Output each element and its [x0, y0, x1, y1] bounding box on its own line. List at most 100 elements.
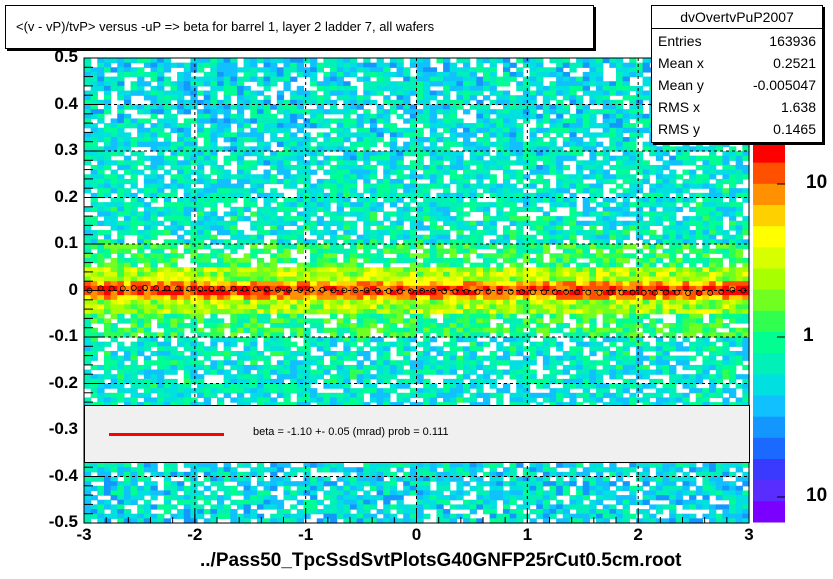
heatmap-cell [350, 169, 358, 175]
heatmap-cell [143, 262, 152, 268]
heatmap-cell [143, 397, 152, 403]
heatmap-cell [343, 90, 351, 96]
heatmap-cell [197, 211, 205, 217]
heatmap-cell [403, 346, 411, 352]
heatmap-cell [263, 206, 271, 213]
heatmap-cell [276, 58, 285, 64]
heatmap-cell [197, 169, 205, 175]
heatmap-cell [190, 388, 198, 394]
heatmap-cell [103, 202, 112, 208]
heatmap-cell [123, 397, 132, 403]
heatmap-cell [97, 160, 105, 166]
heatmap-cell [463, 318, 471, 324]
heatmap-cell [496, 58, 504, 64]
heatmap-cell [429, 257, 438, 264]
heatmap-cell [150, 271, 158, 278]
heatmap-cell [330, 197, 338, 203]
heatmap-cell [369, 337, 378, 343]
heatmap-cell [303, 341, 311, 347]
heatmap-cell [236, 327, 245, 333]
heatmap-cell [203, 58, 211, 64]
heatmap-cell [296, 141, 305, 147]
heatmap-cell [456, 313, 464, 319]
heatmap-cell [183, 281, 191, 287]
heatmap-cell [489, 485, 497, 492]
heatmap-cell [90, 383, 98, 389]
heatmap-cell [376, 230, 384, 236]
heatmap-cell [84, 309, 92, 315]
heatmap-cell [270, 253, 278, 259]
heatmap-cell [489, 369, 497, 375]
heatmap-cell [177, 81, 185, 87]
heatmap-cell [489, 220, 497, 226]
heatmap-cell [449, 341, 457, 347]
heatmap-cell [376, 267, 384, 273]
heatmap-cell [369, 132, 378, 138]
heatmap-cell [383, 509, 391, 515]
heatmap-cell [243, 481, 251, 487]
heatmap-cell [356, 62, 364, 68]
heatmap-cell [363, 304, 371, 310]
heatmap-cell [263, 360, 271, 366]
heatmap-cell [290, 132, 298, 138]
heatmap-cell [150, 350, 158, 357]
heatmap-cell [270, 271, 278, 278]
heatmap-cell [376, 113, 384, 120]
heatmap-cell [250, 350, 258, 357]
heatmap-cell [456, 58, 464, 64]
heatmap-cell [383, 364, 391, 371]
heatmap-cell [310, 169, 318, 175]
heatmap-cell [476, 137, 484, 143]
heatmap-cell [163, 504, 172, 510]
heatmap-cell [330, 230, 338, 236]
heatmap-cell [323, 267, 331, 273]
heatmap-cell [270, 481, 278, 487]
heatmap-cell [190, 62, 198, 68]
heatmap-cell [223, 309, 231, 315]
heatmap-cell [103, 299, 112, 306]
heatmap-cell [456, 85, 464, 92]
heatmap-cell [343, 169, 351, 175]
heatmap-cell [283, 495, 291, 501]
heatmap-cell [396, 495, 404, 501]
heatmap-cell [197, 62, 205, 68]
heatmap-cell [170, 346, 178, 352]
heatmap-cell [456, 360, 464, 366]
heatmap-cell [456, 383, 464, 389]
heatmap-cell [469, 499, 477, 505]
heatmap-cell [230, 67, 238, 73]
heatmap-cell [103, 123, 112, 129]
heatmap-cell [429, 337, 438, 343]
heatmap-cell [236, 183, 245, 189]
heatmap-cell [363, 95, 371, 101]
heatmap-cell [290, 118, 298, 124]
heatmap-cell [123, 299, 132, 306]
heatmap-cell [217, 276, 225, 282]
heatmap-cell [263, 118, 271, 124]
heatmap-cell [123, 178, 132, 185]
heatmap-cell [103, 160, 112, 166]
heatmap-cell [296, 281, 305, 287]
heatmap-cell [436, 155, 444, 161]
heatmap-cell [236, 76, 245, 82]
heatmap-cell [230, 257, 238, 264]
heatmap-cell [110, 299, 118, 306]
heatmap-cell [476, 123, 484, 129]
heatmap-cell [203, 90, 211, 96]
heatmap-cell [403, 299, 411, 306]
heatmap-cell [217, 467, 225, 473]
heatmap-cell [210, 85, 218, 92]
heatmap-cell [429, 327, 438, 333]
heatmap-cell [429, 169, 438, 175]
heatmap-cell [303, 267, 311, 273]
heatmap-cell [223, 290, 231, 296]
heatmap-cell [90, 364, 98, 371]
heatmap-cell [336, 267, 344, 273]
heatmap-cell [316, 216, 324, 222]
heatmap-cell [416, 262, 424, 268]
heatmap-cell [489, 337, 497, 343]
heatmap-cell [350, 267, 358, 273]
heatmap-cell [110, 476, 118, 482]
heatmap-cell [210, 62, 218, 68]
heatmap-cell [130, 230, 138, 236]
